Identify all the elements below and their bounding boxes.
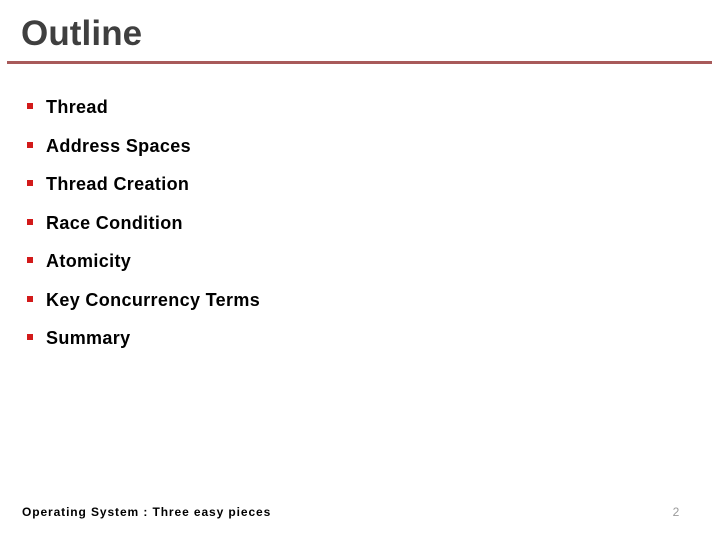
list-item[interactable]: Key Concurrency Terms — [26, 281, 686, 320]
square-bullet-icon — [27, 295, 33, 302]
page-number: 2 — [672, 505, 680, 519]
list-item-label: Thread — [46, 97, 109, 118]
list-item-label: Address Spaces — [46, 135, 191, 156]
list-item[interactable]: Race Condition — [26, 204, 686, 243]
square-bullet-icon — [27, 103, 33, 109]
page-title: Outline — [21, 14, 143, 53]
presentation-slide: Outline Thread Address Spaces Thread Cre… — [0, 0, 720, 540]
list-item-label: Key Concurrency Terms — [46, 289, 261, 310]
list-item[interactable]: Thread — [26, 88, 686, 127]
list-item[interactable]: Atomicity — [26, 242, 686, 281]
list-item-label: Thread Creation — [46, 174, 190, 195]
list-item-label: Race Condition — [46, 212, 183, 233]
list-item[interactable]: Summary — [26, 319, 686, 358]
list-item-label: Atomicity — [46, 251, 132, 272]
title-divider — [7, 61, 712, 64]
square-bullet-icon — [27, 141, 33, 148]
outline-bullet-list: Thread Address Spaces Thread Creation Ra… — [26, 88, 686, 358]
square-bullet-icon — [27, 218, 33, 225]
square-bullet-icon — [27, 334, 33, 340]
slide-footer: Operating System : Three easy pieces — [22, 505, 272, 519]
list-item[interactable]: Address Spaces — [26, 127, 686, 166]
square-bullet-icon — [27, 180, 33, 186]
square-bullet-icon — [27, 257, 33, 263]
list-item[interactable]: Thread Creation — [26, 165, 686, 204]
list-item-label: Summary — [46, 328, 131, 349]
